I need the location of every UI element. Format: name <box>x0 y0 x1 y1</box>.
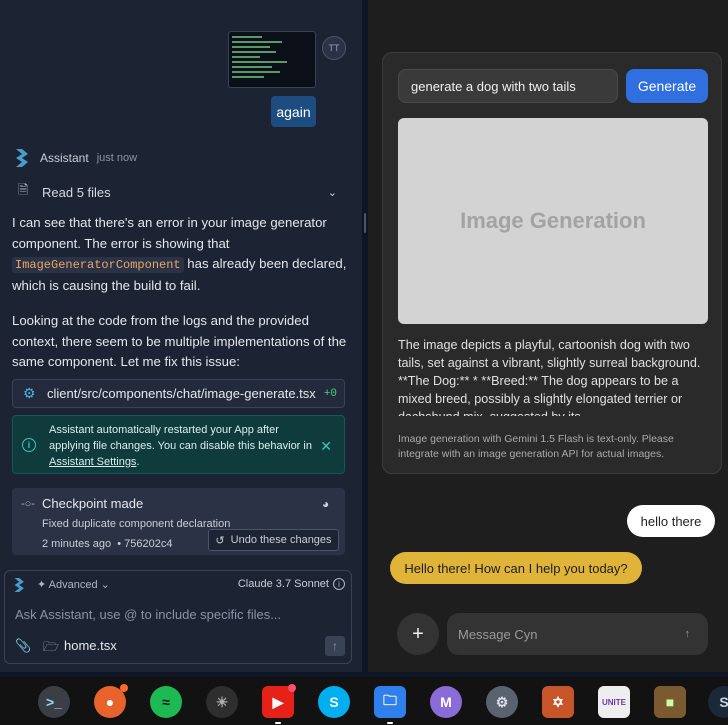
folder-icon: 🗁 <box>43 639 60 654</box>
screen: TT again Assistant just now 🗎 Read 5 fil… <box>0 0 728 725</box>
image-generation-card: generate a dog with two tails Generate I… <box>382 52 722 474</box>
read-files-toggle[interactable]: 🗎 Read 5 files ⌄ <box>12 180 345 204</box>
taskbar: >_ ● ≈ ☀ ▶ S 🗀 M ⚙ ✡ UNITE ■ S <box>0 677 728 725</box>
model-selector[interactable]: Claude 3.7 Sonnet <box>238 578 329 590</box>
tf2-icon[interactable]: ✡ <box>542 686 574 718</box>
undo-icon: ↺ <box>215 534 225 547</box>
generate-button[interactable]: Generate <box>626 69 708 103</box>
files-icon[interactable]: 🗀 <box>374 686 406 724</box>
generation-note: Image generation with Gemini 1.5 Flash i… <box>398 433 674 460</box>
advanced-toggle[interactable]: ✦ Advanced ⌄ <box>37 578 110 591</box>
youtube-icon[interactable]: ▶ <box>262 684 296 724</box>
assistant-composer: ✦ Advanced ⌄ Claude 3.7 Sonnet i Ask Ass… <box>4 570 352 664</box>
mail-icon[interactable]: M <box>430 686 462 718</box>
context-file[interactable]: home.tsx <box>64 638 117 653</box>
minecraft-icon[interactable]: ■ <box>654 686 686 718</box>
info-text: Assistant automatically restarted your A… <box>49 424 312 468</box>
unite-icon[interactable]: UNITE <box>598 686 630 718</box>
assistant-logo-icon <box>14 148 32 168</box>
steam-icon[interactable]: S <box>708 686 728 718</box>
attach-icon[interactable]: 📎 <box>15 638 31 654</box>
undo-changes-button[interactable]: ↺ Undo these changes <box>208 529 339 551</box>
restart-info-banner: i Assistant automatically restarted your… <box>12 415 345 474</box>
file-path: client/src/components/chat/image-generat… <box>47 386 316 401</box>
assistant-paragraph-2: Looking at the code from the logs and th… <box>12 313 347 370</box>
send-arrow-icon[interactable]: ↑ <box>685 628 691 640</box>
gimp-icon[interactable]: ☀ <box>206 686 238 718</box>
checkpoint-desc: Fixed duplicate component declaration <box>42 518 231 530</box>
assistant-name: Assistant <box>40 151 89 165</box>
info-icon[interactable]: i <box>333 578 345 590</box>
add-button[interactable]: + <box>397 613 439 655</box>
file-diff-count: +0 <box>323 387 338 400</box>
skype-icon[interactable]: S <box>318 686 350 718</box>
assistant-logo-icon <box>13 577 27 598</box>
inline-code: ImageGeneratorComponent <box>12 257 184 274</box>
send-button[interactable]: ↑ <box>325 636 345 656</box>
file-change-chip[interactable]: ⚙ client/src/components/chat/image-gener… <box>12 379 345 408</box>
checkpoint-time: 2 minutes ago • 756202c4 <box>42 538 173 550</box>
image-description: The image depicts a playful, cartoonish … <box>398 338 701 416</box>
assistant-paragraph-1: I can see that there's an error in your … <box>12 215 347 294</box>
assistant-input[interactable]: Ask Assistant, use @ to include specific… <box>15 607 281 622</box>
info-icon: i <box>22 438 36 452</box>
close-icon[interactable]: ✕ <box>320 438 332 455</box>
file-icon: 🗎 <box>18 182 29 197</box>
terminal-icon[interactable]: >_ <box>38 686 70 718</box>
user-avatar: TT <box>322 36 346 60</box>
checkpoint-title: Checkpoint made <box>42 496 144 511</box>
user-chat-bubble: hello there <box>627 505 715 537</box>
assistant-panel: TT again Assistant just now 🗎 Read 5 fil… <box>0 0 362 672</box>
spotify-icon[interactable]: ≈ <box>150 686 182 718</box>
checkpoint-hash: • 756202c4 <box>117 538 173 550</box>
bot-chat-bubble: Hello there! How can I help you today? <box>390 552 642 584</box>
settings-icon[interactable]: ⚙ <box>486 686 518 718</box>
commit-icon: -○- <box>21 498 35 510</box>
chevron-down-icon: ⌄ <box>327 186 337 199</box>
message-input[interactable]: Message Cyn ↑ <box>447 613 708 655</box>
assistant-settings-link[interactable]: Assistant Settings <box>49 456 136 468</box>
app-preview-panel: generate a dog with two tails Generate I… <box>368 0 728 672</box>
image-placeholder: Image Generation <box>398 118 708 324</box>
gear-icon: ⚙ <box>23 385 36 401</box>
user-message-bubble: again <box>271 96 316 127</box>
read-files-label: Read 5 files <box>42 184 111 200</box>
prompt-input[interactable]: generate a dog with two tails <box>398 69 618 103</box>
attached-screenshot-thumbnail[interactable] <box>228 31 316 88</box>
assistant-time: just now <box>96 152 138 164</box>
assistant-header: Assistant just now <box>14 148 137 168</box>
firefox-icon[interactable]: ● <box>94 684 128 718</box>
gauge-icon[interactable]: ◕ <box>322 497 336 511</box>
